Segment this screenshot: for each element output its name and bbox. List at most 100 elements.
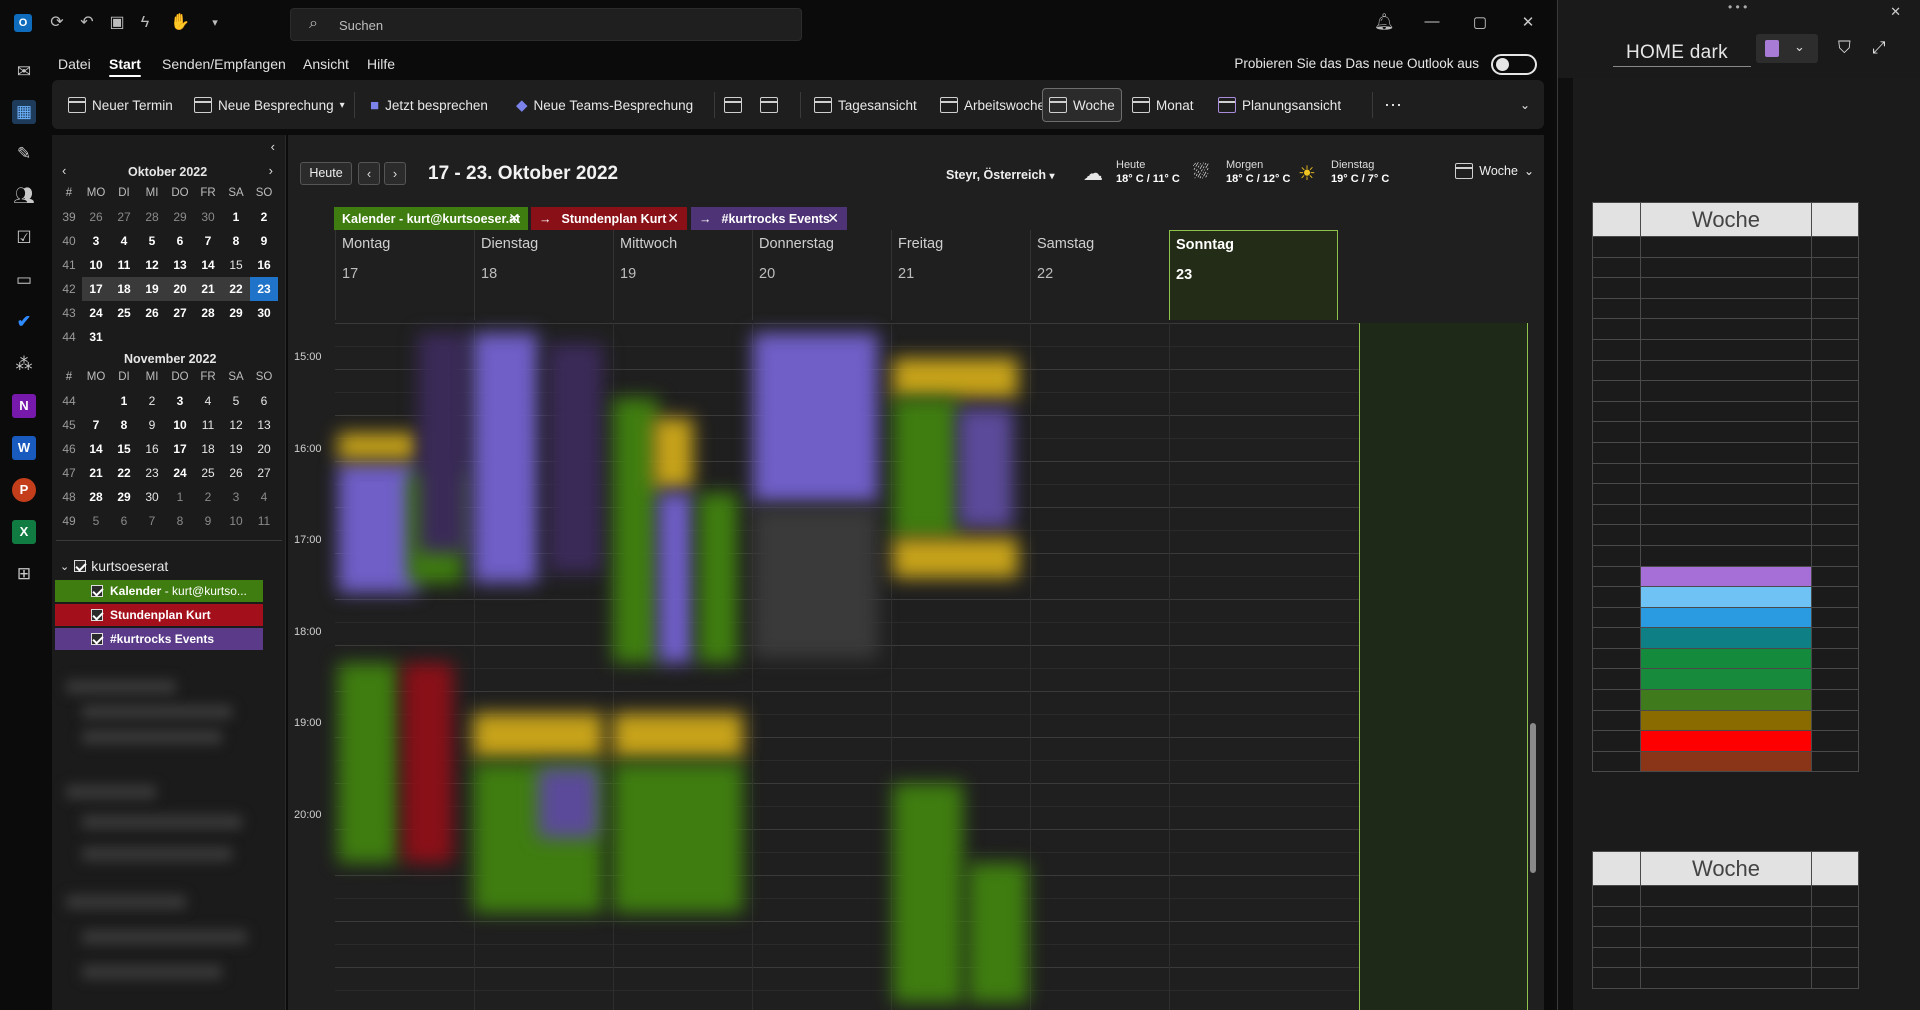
minical-day[interactable]: 8 xyxy=(166,509,194,533)
week-view-button[interactable]: Woche xyxy=(1042,88,1122,122)
table-cell[interactable] xyxy=(1592,851,1641,886)
today-button[interactable]: Heute xyxy=(300,162,352,185)
table-cell[interactable] xyxy=(1811,606,1859,629)
people-icon[interactable]: 👥︎ xyxy=(12,184,36,208)
table-cell[interactable] xyxy=(1592,380,1641,402)
table-cell[interactable] xyxy=(1592,503,1641,526)
minical-day[interactable]: 23 xyxy=(250,277,278,301)
time-grid[interactable]: 15:00 16:00 17:00 18:00 19:00 20:00 xyxy=(288,323,1544,1010)
day-view-button[interactable]: Tagesansicht xyxy=(808,88,923,122)
minical-day[interactable]: 19 xyxy=(138,277,166,301)
prev-week-button[interactable]: ‹ xyxy=(358,162,380,185)
minical-day[interactable]: 7 xyxy=(138,509,166,533)
table-cell[interactable] xyxy=(1592,236,1641,258)
minical-day[interactable]: 31 xyxy=(82,325,110,349)
minical-day[interactable]: 19 xyxy=(222,437,250,461)
table-cell[interactable] xyxy=(1811,400,1859,423)
table-cell[interactable] xyxy=(1592,709,1641,732)
calendar-tab-kurtrocks[interactable]: → #kurtrocks Events ✕ xyxy=(691,207,847,230)
table-cell[interactable] xyxy=(1811,851,1859,886)
table-cell[interactable] xyxy=(1592,483,1641,505)
folder-icon[interactable]: ▭ xyxy=(12,268,36,292)
event-block[interactable] xyxy=(753,508,878,658)
minimize-button[interactable]: — xyxy=(1422,13,1442,30)
minical-day[interactable]: 11 xyxy=(110,253,138,277)
day-column-header[interactable]: Dienstag 18 xyxy=(474,230,613,320)
minical-day[interactable]: 7 xyxy=(82,413,110,437)
word-icon[interactable]: W xyxy=(12,436,36,460)
new-outlook-toggle[interactable] xyxy=(1491,54,1537,75)
minical-day[interactable]: 9 xyxy=(250,229,278,253)
event-block[interactable] xyxy=(893,398,958,538)
table-cell[interactable] xyxy=(1592,586,1641,608)
color-swatch-cell[interactable] xyxy=(1640,627,1812,649)
minical-day[interactable]: 5 xyxy=(138,229,166,253)
table-cell[interactable] xyxy=(1811,565,1859,588)
table-cell[interactable] xyxy=(1811,544,1859,567)
customize-toolbar-icon[interactable]: ▾ xyxy=(206,14,224,32)
table-title[interactable]: Woche xyxy=(1640,202,1812,237)
color-swatch-cell[interactable] xyxy=(1640,647,1812,670)
minical-day[interactable] xyxy=(82,389,110,413)
minical-day[interactable]: 24 xyxy=(82,301,110,325)
month-view-button[interactable]: Monat xyxy=(1126,88,1200,122)
minical-day[interactable]: 28 xyxy=(194,301,222,325)
minical-day[interactable]: 30 xyxy=(250,301,278,325)
table-cell[interactable] xyxy=(1811,503,1859,526)
minical-day[interactable]: 27 xyxy=(250,461,278,485)
minical-day[interactable]: 2 xyxy=(138,389,166,413)
minical-day[interactable]: 29 xyxy=(110,485,138,509)
minical-day[interactable]: 23 xyxy=(138,461,166,485)
schedule-view-button[interactable]: Planungsansicht xyxy=(1212,88,1347,122)
touch-mode-icon[interactable]: ✋ xyxy=(170,14,190,32)
table-cell[interactable] xyxy=(1811,709,1859,732)
event-block[interactable] xyxy=(613,398,658,663)
teams-icon[interactable]: ▣ xyxy=(108,14,126,32)
event-block[interactable] xyxy=(958,408,1013,528)
sync-icon[interactable]: ⟳ xyxy=(48,14,66,32)
table-cell[interactable] xyxy=(1592,421,1641,443)
event-block[interactable] xyxy=(538,768,598,838)
calendar-checkbox[interactable] xyxy=(91,585,103,597)
minical-day[interactable]: 24 xyxy=(166,461,194,485)
menu-ansicht[interactable]: Ansicht xyxy=(303,56,349,72)
minical-day[interactable]: 1 xyxy=(222,205,250,229)
minical-day[interactable]: 18 xyxy=(110,277,138,301)
table-cell[interactable] xyxy=(1640,524,1812,546)
notes-icon[interactable]: ✎ xyxy=(12,142,36,166)
minical-day[interactable]: 6 xyxy=(166,229,194,253)
minical-day[interactable]: 4 xyxy=(194,389,222,413)
minical-day[interactable]: 5 xyxy=(82,509,110,533)
table-cell[interactable] xyxy=(1811,441,1859,464)
minical-day[interactable]: 27 xyxy=(166,301,194,325)
org-icon[interactable]: ⁂ xyxy=(12,352,36,376)
table-cell[interactable] xyxy=(1811,885,1859,907)
event-block[interactable] xyxy=(893,783,963,1003)
menu-senden-empfangen[interactable]: Senden/Empfangen xyxy=(162,56,286,72)
close-button[interactable]: ✕ xyxy=(1890,4,1901,20)
minical-day[interactable]: 28 xyxy=(82,485,110,509)
table-cell[interactable] xyxy=(1640,380,1812,402)
minical-day[interactable]: 8 xyxy=(110,413,138,437)
search-box[interactable]: ⌕ Suchen xyxy=(290,8,802,41)
table-cell[interactable] xyxy=(1592,647,1641,670)
table-cell[interactable] xyxy=(1592,441,1641,464)
table-cell[interactable] xyxy=(1592,359,1641,382)
filter-icon[interactable]: ⛉ xyxy=(1838,38,1851,58)
meet-now-button[interactable]: ■ Jetzt besprechen xyxy=(364,88,494,122)
week-table[interactable]: Woche xyxy=(1592,202,1859,773)
minical-day[interactable]: 21 xyxy=(194,277,222,301)
expand-icon[interactable]: ⤢ xyxy=(1872,38,1886,58)
color-swatch-cell[interactable] xyxy=(1640,689,1812,711)
event-block[interactable] xyxy=(473,333,538,583)
table-cell[interactable] xyxy=(1640,462,1812,485)
table-cell[interactable] xyxy=(1592,524,1641,546)
table-cell[interactable] xyxy=(1592,297,1641,320)
color-swatch-cell[interactable] xyxy=(1640,565,1812,588)
close-icon[interactable]: ✕ xyxy=(827,210,839,227)
table-cell[interactable] xyxy=(1811,202,1859,237)
table-cell[interactable] xyxy=(1640,338,1812,361)
table-cell[interactable] xyxy=(1592,905,1641,928)
next-month-icon[interactable]: › xyxy=(269,163,273,178)
minical-day[interactable]: 15 xyxy=(222,253,250,277)
